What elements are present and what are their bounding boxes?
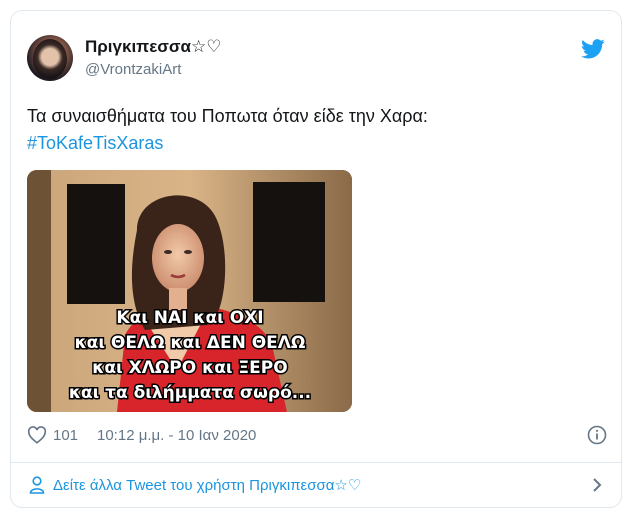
chevron-right-icon[interactable] — [591, 477, 603, 493]
info-icon[interactable] — [587, 425, 607, 445]
person-icon — [29, 476, 45, 494]
timestamp-link[interactable]: 10:12 μ.μ. - 10 Ιαν 2020 — [97, 427, 256, 444]
tweet-media[interactable]: Και ΝΑΙ και ΟΧΙ και ΘΕΛΩ και ΔΕΝ ΘΕΛΩ κα… — [27, 170, 352, 412]
user-handle[interactable]: @VrontzakiArt — [85, 61, 181, 78]
tweet-text: Τα συναισθήματα του Ποπωτα όταν είδε την… — [27, 103, 607, 157]
caption-line: και τα διλήμματα σωρό... — [69, 383, 311, 403]
display-name[interactable]: Πριγκιπεσσα☆♡ — [85, 37, 221, 57]
more-tweets-link[interactable]: Δείτε άλλα Tweet του χρήστη Πριγκιπεσσα☆… — [53, 476, 361, 494]
caption-line: και ΧΛΩΡΟ και ΞΕΡΟ — [92, 358, 287, 378]
tweet-meta: 101 10:12 μ.μ. - 10 Ιαν 2020 — [27, 425, 607, 447]
caption-line: και ΘΕΛΩ και ΔΕΝ ΘΕΛΩ — [75, 333, 306, 353]
avatar[interactable] — [27, 35, 73, 81]
tweet-body: Τα συναισθήματα του Ποπωτα όταν είδε την… — [27, 106, 428, 126]
like-count[interactable]: 101 — [53, 427, 78, 444]
hashtag-link[interactable]: #ToKafeTisXaras — [27, 130, 607, 157]
more-tweets-footer[interactable]: Δείτε άλλα Tweet του χρήστη Πριγκιπεσσα☆… — [11, 463, 621, 507]
heart-icon[interactable] — [27, 426, 47, 444]
twitter-bird-icon[interactable] — [581, 39, 605, 59]
caption-line: Και ΝΑΙ και ΟΧΙ — [116, 308, 263, 328]
meme-caption: Και ΝΑΙ και ΟΧΙ και ΘΕΛΩ και ΔΕΝ ΘΕΛΩ κα… — [67, 307, 312, 405]
tweet-card: Πριγκιπεσσα☆♡ @VrontzakiArt Τα συναισθήμ… — [10, 10, 622, 508]
